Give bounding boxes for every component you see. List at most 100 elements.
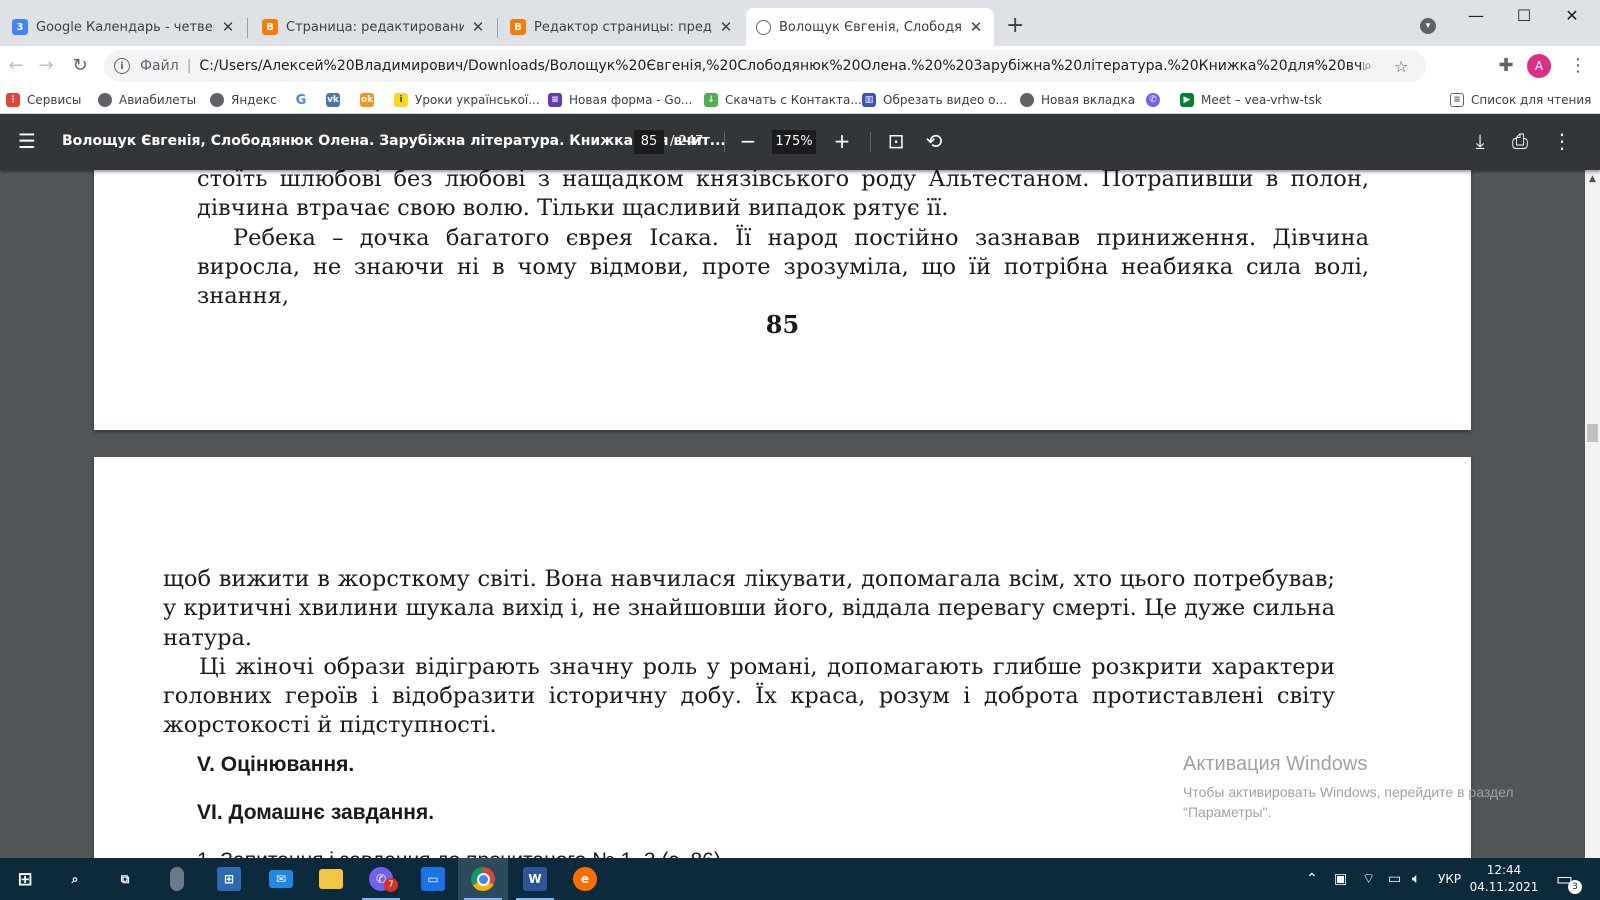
taskbar-app-microphone[interactable]: [152, 858, 202, 900]
tray-app-icon[interactable]: ▣: [1334, 858, 1347, 900]
taskbar-app-word[interactable]: W: [510, 858, 560, 900]
globe-icon: [1020, 93, 1034, 107]
task-view-button[interactable]: ⧉: [100, 858, 150, 900]
tab-pdf-active[interactable]: Волощук Євгенія, Слободянюк Олена ✕: [746, 8, 994, 46]
download-icon[interactable]: ⤓: [1468, 128, 1492, 154]
tab-title: Google Календарь - четверг, 4 н: [36, 19, 214, 35]
bookmark-google-forms[interactable]: ≡ Новая форма - Go...: [548, 90, 692, 110]
back-arrow-icon[interactable]: ←: [4, 55, 28, 77]
taskbar-app-browser[interactable]: e: [560, 858, 610, 900]
taskbar-app-explorer[interactable]: [306, 858, 356, 900]
scroll-up-icon[interactable]: ▲: [1585, 174, 1600, 184]
tab-search-icon[interactable]: ▾: [1420, 18, 1436, 34]
forms-icon: ≡: [548, 93, 562, 107]
folder-icon: [319, 869, 343, 889]
chrome-icon: [471, 867, 495, 891]
bookmark-vk[interactable]: vk: [326, 90, 347, 110]
fit-to-page-icon[interactable]: ⊡: [884, 128, 908, 154]
taskbar-app-store[interactable]: ⊞: [204, 858, 254, 900]
bookmark-yandex[interactable]: Яндекс: [210, 90, 277, 110]
reading-list-button[interactable]: ≡ Список для чтения: [1450, 90, 1591, 110]
pdf-page-85: стоїть шлюбові без любові з нащадком кня…: [94, 170, 1471, 430]
zoom-icon[interactable]: ⌕: [1364, 58, 1384, 74]
bookmark-viber[interactable]: ✆: [1146, 90, 1167, 110]
minimize-button[interactable]: —: [1456, 6, 1496, 25]
page-number: 85: [765, 310, 800, 339]
taskbar-app-viber[interactable]: ✆ 7: [356, 858, 406, 900]
reload-icon[interactable]: ↻: [68, 55, 92, 77]
word-icon: W: [523, 867, 547, 891]
meet-icon: ▶: [1180, 93, 1194, 107]
bookmark-meet[interactable]: ▶ Meet – vea-vrhw-tsk: [1180, 90, 1322, 110]
url-text[interactable]: C:/Users/Алексей%20Владимирович/Download…: [199, 58, 1364, 74]
bookmark-ukrainian-lessons[interactable]: i Уроки української...: [394, 90, 540, 110]
zoom-level-input[interactable]: 175%: [772, 130, 816, 154]
bookmark-new-tab[interactable]: Новая вкладка: [1020, 90, 1135, 110]
tab-divider: [497, 18, 498, 38]
bookmark-odnoklassniki[interactable]: ok: [360, 90, 381, 110]
download-arrow-icon: ↓: [704, 93, 718, 107]
paragraph: щоб вижити в жорсткому світі. Вона навчи…: [163, 566, 1335, 651]
zoom-out-button[interactable]: −: [736, 128, 760, 154]
wifi-icon[interactable]: ⌔: [1362, 858, 1375, 900]
more-options-icon[interactable]: ⋮: [1550, 128, 1574, 154]
bookmark-services[interactable]: ⋮ Сервисы: [6, 90, 81, 110]
windows-logo-icon: ⊞: [17, 868, 33, 890]
bookmark-star-icon[interactable]: ☆: [1394, 57, 1414, 76]
google-icon: G: [294, 92, 308, 108]
close-tab-icon[interactable]: ✕: [718, 18, 734, 36]
apps-grid-icon: ⋮: [6, 93, 20, 107]
bookmark-video-cutter[interactable]: ▥ Обрезать видео о...: [862, 90, 1007, 110]
tab-google-calendar[interactable]: 3 Google Календарь - четверг, 4 н ✕: [2, 8, 246, 46]
globe-icon: [210, 93, 224, 107]
profile-avatar[interactable]: A: [1527, 54, 1551, 78]
search-button[interactable]: ⌕: [50, 858, 100, 900]
extensions-icon[interactable]: ✚: [1494, 55, 1518, 77]
taskbar-app-chrome[interactable]: [458, 858, 508, 900]
mail-icon: ✉: [269, 870, 293, 888]
bookmark-google[interactable]: G: [294, 90, 315, 110]
close-tab-icon[interactable]: ✕: [470, 18, 486, 36]
system-clock[interactable]: 12:44 04.11.2021: [1468, 862, 1540, 896]
viber-icon: ✆: [1146, 93, 1160, 107]
pdf-toolbar: ☰ Волощук Євгенія, Слободянюк Олена. Зар…: [0, 114, 1600, 170]
volume-icon[interactable]: 🔈︎: [1412, 858, 1420, 900]
paragraph: стоїть шлюбові без любові з нащадком кня…: [197, 170, 1369, 222]
address-bar[interactable]: i Файл | C:/Users/Алексей%20Владимирович…: [104, 50, 1426, 82]
tab-page-editor-preview[interactable]: B Редактор страницы: предварит ✕: [500, 8, 744, 46]
tab-strip: 3 Google Календарь - четверг, 4 н ✕ B Ст…: [0, 0, 1600, 46]
browser-menu-icon[interactable]: ⋮: [1566, 55, 1590, 77]
bookmark-vk-download[interactable]: ↓ Скачать с Контакта...: [704, 90, 862, 110]
new-tab-button[interactable]: +: [1006, 14, 1024, 38]
maximize-button[interactable]: ☐: [1504, 6, 1544, 25]
search-icon: ⌕: [71, 871, 79, 886]
tab-page-edit[interactable]: B Страница: редактирование ✕: [252, 8, 496, 46]
scrollbar-thumb[interactable]: [1587, 424, 1598, 442]
taskbar-app-photos[interactable]: ▭: [408, 858, 458, 900]
vertical-scrollbar[interactable]: ▲: [1585, 170, 1600, 858]
pdf-menu-icon[interactable]: ☰: [18, 131, 36, 151]
close-tab-icon[interactable]: ✕: [968, 18, 984, 36]
print-icon[interactable]: ⎙: [1508, 128, 1532, 154]
close-tab-icon[interactable]: ✕: [220, 18, 236, 36]
browser-e-icon: e: [573, 867, 597, 891]
toolbar-divider: [724, 132, 725, 152]
pdf-document-title: Волощук Євгенія, Слободянюк Олена. Заруб…: [62, 133, 726, 149]
page-number-input[interactable]: 85: [634, 130, 664, 154]
zoom-in-button[interactable]: +: [830, 128, 854, 154]
section-heading: V. Оцінювання.: [197, 753, 355, 776]
notifications-icon[interactable]: ▭ 3: [1556, 858, 1582, 900]
close-window-button[interactable]: ✕: [1552, 6, 1592, 25]
site-info-icon[interactable]: i: [114, 58, 130, 74]
bookmark-flights[interactable]: Авиабилеты: [98, 90, 196, 110]
tray-chevron-icon[interactable]: ⌃: [1306, 858, 1318, 900]
tab-title: Редактор страницы: предварит: [534, 19, 712, 35]
start-button[interactable]: ⊞: [0, 858, 50, 900]
page-85-text: стоїть шлюбові без любові з нащадком кня…: [197, 170, 1369, 311]
language-indicator[interactable]: УКР: [1438, 858, 1461, 900]
battery-icon[interactable]: ▭: [1388, 858, 1401, 900]
rotate-icon[interactable]: ⟲: [922, 128, 946, 154]
taskbar-app-mail[interactable]: ✉: [256, 858, 306, 900]
browser-toolbar: ← → ↻ i Файл | C:/Users/Алексей%20Владим…: [0, 46, 1600, 86]
forward-arrow-icon[interactable]: →: [34, 55, 58, 77]
